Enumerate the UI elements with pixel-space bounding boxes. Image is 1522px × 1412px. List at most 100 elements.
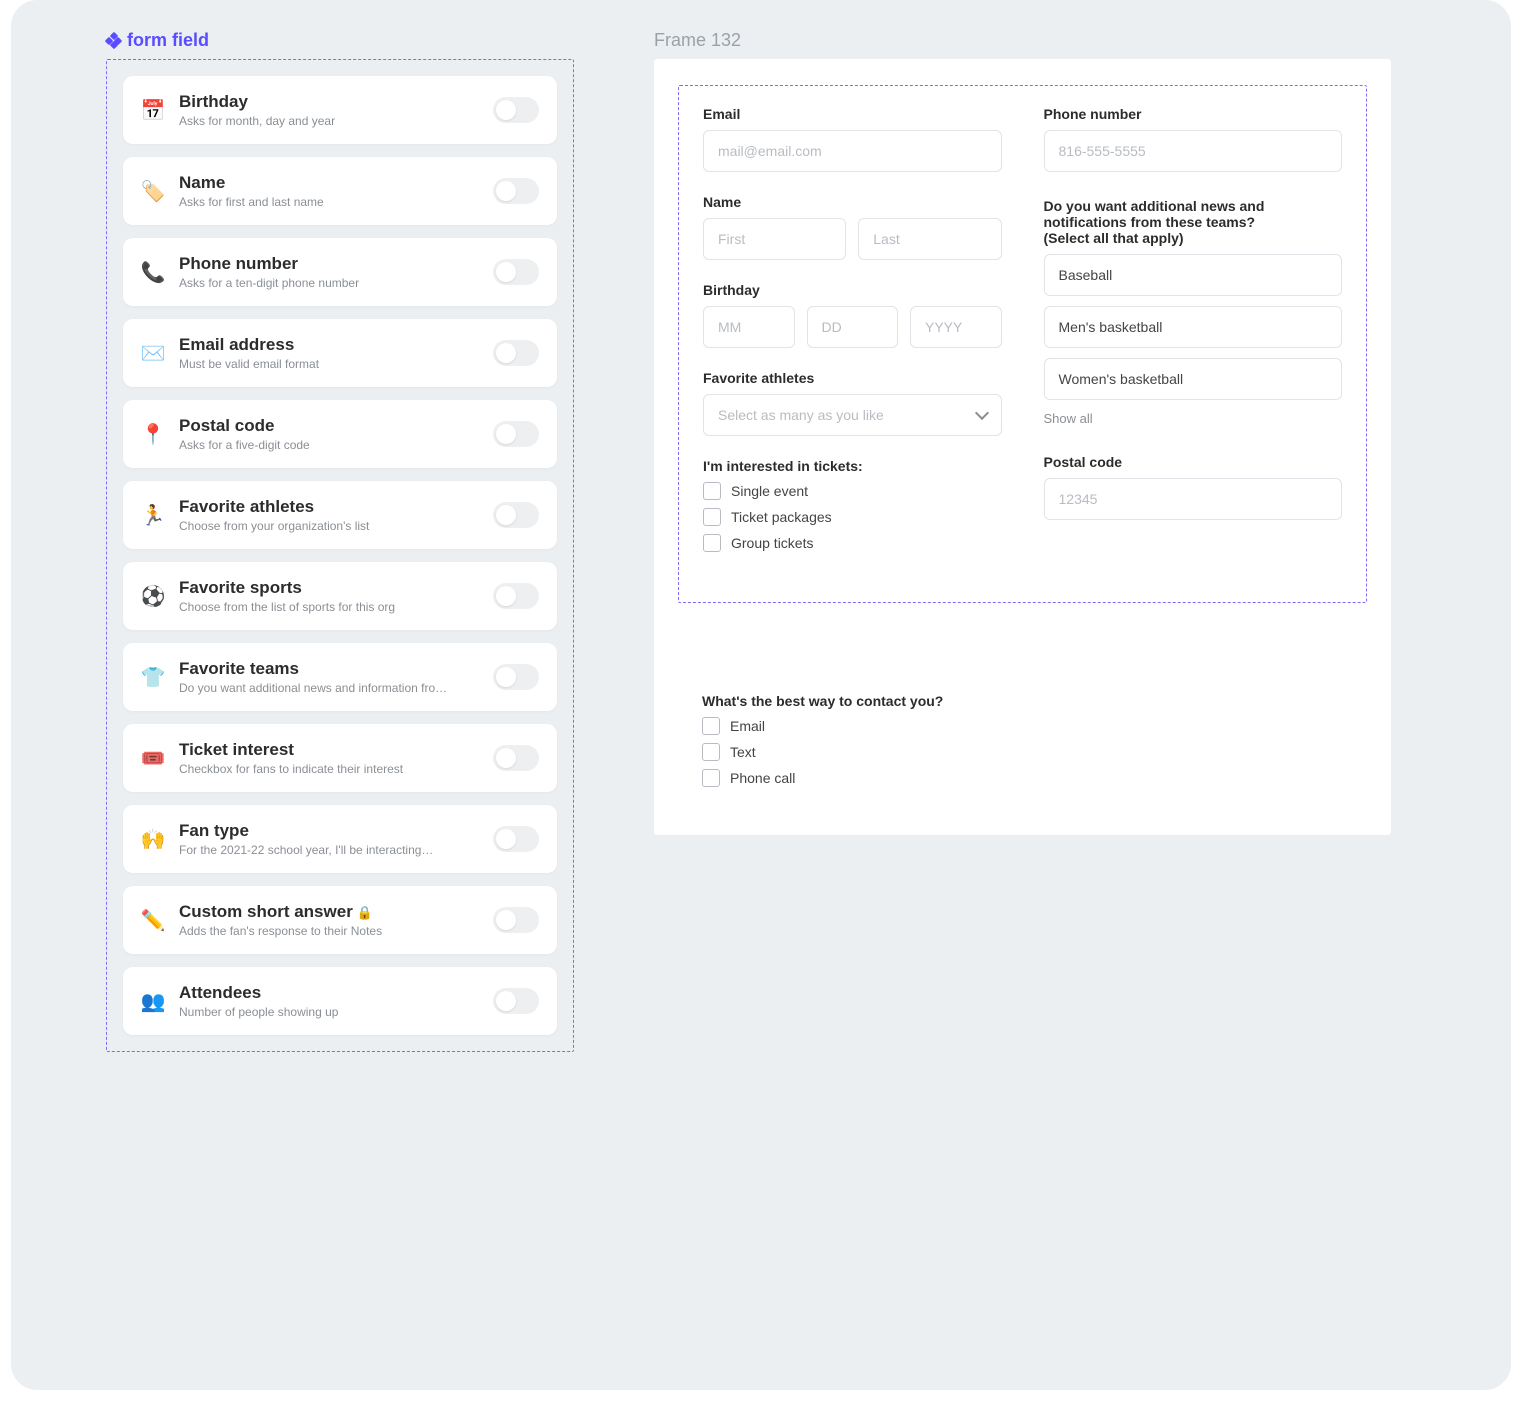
name-label: Name (703, 194, 1002, 210)
favorite-teams-toggle[interactable] (493, 664, 539, 690)
news-group: Do you want additional news and notifica… (1044, 198, 1343, 428)
email-label: Email (703, 106, 1002, 122)
form-col-left: Email Name Birthday (703, 106, 1002, 574)
favorite-athletes-toggle[interactable] (493, 502, 539, 528)
checkbox-icon (702, 743, 720, 761)
postal-code-icon: 📍 (141, 422, 165, 446)
tickets-option[interactable]: Ticket packages (703, 508, 1002, 526)
ticket-interest-icon: 🎟️ (141, 746, 165, 770)
field-card-attendees[interactable]: 👥AttendeesNumber of people showing up (123, 967, 557, 1035)
athletes-placeholder: Select as many as you like (718, 407, 884, 423)
contact-group: What's the best way to contact you? Emai… (678, 693, 1367, 787)
checkbox-icon (702, 769, 720, 787)
custom-short-answer-toggle[interactable] (493, 907, 539, 933)
field-subtitle: Choose from your organization's list (179, 519, 449, 533)
form-preview-frame: Email Name Birthday (678, 85, 1367, 603)
field-title: Phone number (179, 254, 479, 274)
field-card-name[interactable]: 🏷️NameAsks for first and last name (123, 157, 557, 225)
fan-type-toggle[interactable] (493, 826, 539, 852)
field-text: Favorite teamsDo you want additional new… (179, 659, 479, 695)
form-col-right: Phone number Do you want additional news… (1044, 106, 1343, 574)
field-card-phone-number[interactable]: 📞Phone numberAsks for a ten-digit phone … (123, 238, 557, 306)
field-subtitle: Asks for first and last name (179, 195, 449, 209)
athletes-label: Favorite athletes (703, 370, 1002, 386)
field-card-favorite-sports[interactable]: ⚽Favorite sportsChoose from the list of … (123, 562, 557, 630)
frame-132-panel: Frame 132 Email Name (654, 30, 1391, 1052)
field-title: Email address (179, 335, 479, 355)
checkbox-icon (703, 508, 721, 526)
field-subtitle: Checkbox for fans to indicate their inte… (179, 762, 449, 776)
field-title: Name (179, 173, 479, 193)
field-text: Email address Must be valid email format (179, 335, 479, 371)
field-text: Custom short answer🔒 Adds the fan's respo… (179, 902, 479, 938)
favorite-sports-toggle[interactable] (493, 583, 539, 609)
postal-group: Postal code (1044, 454, 1343, 520)
show-all-link[interactable]: Show all (1044, 411, 1093, 426)
field-text: Fan typeFor the 2021-22 school year, I'l… (179, 821, 479, 857)
field-card-favorite-athletes[interactable]: 🏃Favorite athletesChoose from your organ… (123, 481, 557, 549)
checkbox-icon (703, 482, 721, 500)
checkbox-icon (703, 534, 721, 552)
contact-option[interactable]: Phone call (702, 769, 1367, 787)
tickets-option[interactable]: Group tickets (703, 534, 1002, 552)
name-toggle[interactable] (493, 178, 539, 204)
phone-number-toggle[interactable] (493, 259, 539, 285)
fan-type-icon: 🙌 (141, 827, 165, 851)
field-text: Favorite athletesChoose from your organi… (179, 497, 479, 533)
athletes-group: Favorite athletes Select as many as you … (703, 370, 1002, 436)
birthday-label: Birthday (703, 282, 1002, 298)
checkbox-icon (702, 717, 720, 735)
birthday-yyyy-input[interactable] (910, 306, 1002, 348)
contact-option[interactable]: Email (702, 717, 1367, 735)
field-card-postal-code[interactable]: 📍Postal codeAsks for a five-digit code (123, 400, 557, 468)
news-item[interactable]: Women's basketball (1044, 358, 1343, 400)
contact-option[interactable]: Text (702, 743, 1367, 761)
email-input[interactable] (703, 130, 1002, 172)
field-title: Custom short answer🔒 (179, 902, 479, 922)
phone-input[interactable] (1044, 130, 1343, 172)
birthday-toggle[interactable] (493, 97, 539, 123)
contact-label: What's the best way to contact you? (702, 693, 1367, 709)
birthday-icon: 📅 (141, 98, 165, 122)
field-subtitle: Adds the fan's response to their Notes (179, 924, 449, 938)
design-canvas: form field 📅BirthdayAsks for month, day … (11, 0, 1511, 1390)
news-item[interactable]: Men's basketball (1044, 306, 1343, 348)
lock-icon: 🔒 (357, 905, 373, 921)
birthday-dd-input[interactable] (807, 306, 899, 348)
tickets-group: I'm interested in tickets: Single eventT… (703, 458, 1002, 552)
phone-label: Phone number (1044, 106, 1343, 122)
field-subtitle: For the 2021-22 school year, I'll be int… (179, 843, 449, 857)
athletes-select[interactable]: Select as many as you like (703, 394, 1002, 436)
custom-short-answer-icon: ✏️ (141, 908, 165, 932)
field-card-birthday[interactable]: 📅 BirthdayAsks for month, day and year (123, 76, 557, 144)
last-name-input[interactable] (858, 218, 1001, 260)
field-card-custom-short-answer[interactable]: ✏️ Custom short answer🔒 Adds the fan's res… (123, 886, 557, 954)
frame-label-text: Frame 132 (654, 30, 741, 51)
field-card-favorite-teams[interactable]: 👕 Favorite teamsDo you want additional ne… (123, 643, 557, 711)
tickets-option-label: Ticket packages (731, 509, 832, 525)
tickets-option[interactable]: Single event (703, 482, 1002, 500)
postal-code-toggle[interactable] (493, 421, 539, 447)
field-text: BirthdayAsks for month, day and year (179, 92, 479, 128)
favorite-teams-icon: 👕 (141, 665, 165, 689)
field-title: Favorite teams (179, 659, 479, 679)
postal-input[interactable] (1044, 478, 1343, 520)
field-subtitle: Asks for a five-digit code (179, 438, 449, 452)
birthday-mm-input[interactable] (703, 306, 795, 348)
tickets-option-label: Single event (731, 483, 808, 499)
first-name-input[interactable] (703, 218, 846, 260)
component-icon (106, 33, 121, 48)
postal-label: Postal code (1044, 454, 1343, 470)
field-card-ticket-interest[interactable]: 🎟️Ticket interestCheckbox for fans to in… (123, 724, 557, 792)
field-card-email-address[interactable]: ✉️Email addressMust be valid email forma… (123, 319, 557, 387)
field-card-fan-type[interactable]: 🙌 Fan typeFor the 2021-22 school year, I'… (123, 805, 557, 873)
attendees-icon: 👥 (141, 989, 165, 1013)
attendees-toggle[interactable] (493, 988, 539, 1014)
field-title: Attendees (179, 983, 479, 1003)
email-address-toggle[interactable] (493, 340, 539, 366)
ticket-interest-toggle[interactable] (493, 745, 539, 771)
tickets-option-label: Group tickets (731, 535, 813, 551)
news-item[interactable]: Baseball (1044, 254, 1343, 296)
phone-number-icon: 📞 (141, 260, 165, 284)
field-subtitle: Must be valid email format (179, 357, 449, 371)
